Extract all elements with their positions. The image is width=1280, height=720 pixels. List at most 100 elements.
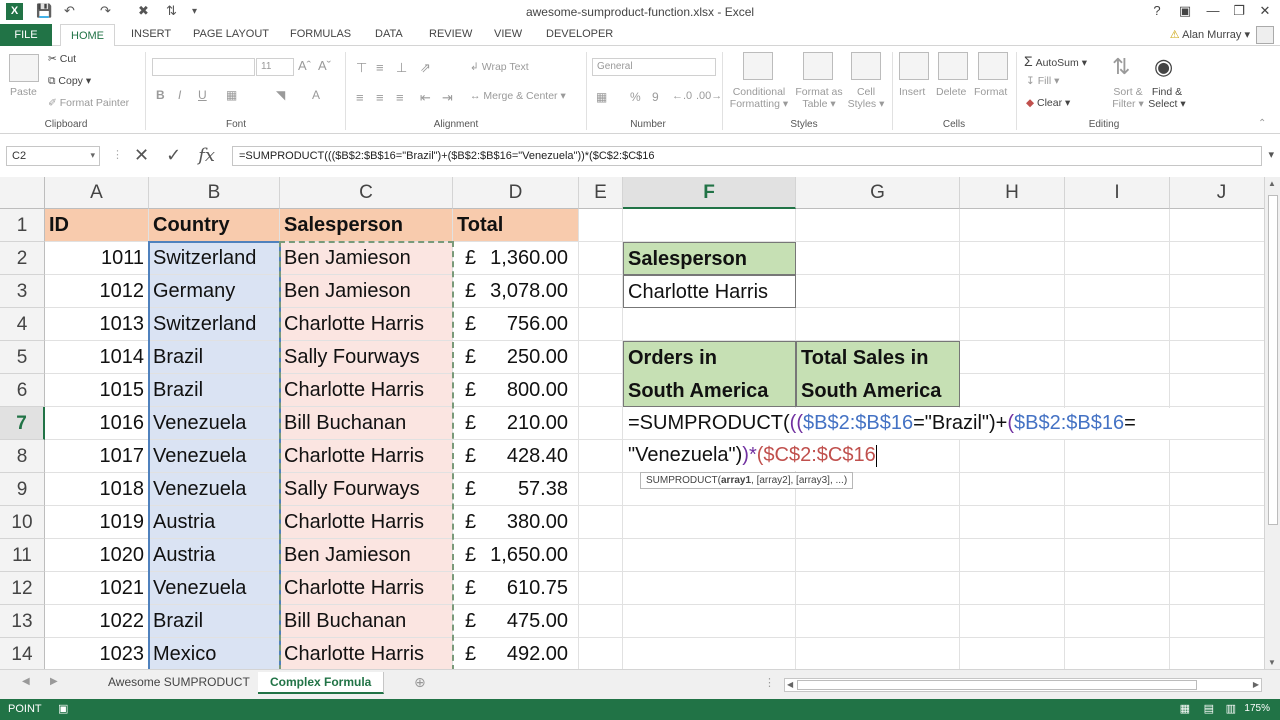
empty-cell[interactable] xyxy=(579,638,623,669)
help-icon[interactable]: ? xyxy=(1146,3,1168,18)
align-center-icon[interactable]: ≡ xyxy=(376,90,384,105)
conditional-formatting-button[interactable]: Conditional Formatting ▾ xyxy=(729,86,789,110)
total-cell[interactable]: £428.40 xyxy=(453,440,579,473)
underline-button[interactable]: U xyxy=(198,88,207,102)
country-cell[interactable]: Venezuela xyxy=(149,473,280,506)
empty-cell[interactable] xyxy=(960,572,1065,605)
salesperson-cell[interactable]: Sally Fourways xyxy=(280,341,453,374)
format-as-table-icon[interactable] xyxy=(803,52,833,80)
avatar[interactable] xyxy=(1256,26,1274,44)
cut-button[interactable]: ✂ Cut xyxy=(48,53,76,65)
salesperson-value-cell[interactable]: Charlotte Harris xyxy=(623,275,796,308)
comma-button[interactable]: 9 xyxy=(652,90,659,104)
empty-cell[interactable] xyxy=(579,473,623,506)
empty-cell[interactable] xyxy=(796,605,960,638)
row-header-12[interactable]: 12 xyxy=(0,572,45,605)
scroll-right-icon[interactable]: ▶ xyxy=(1253,680,1259,689)
empty-cell[interactable] xyxy=(796,638,960,669)
country-cell[interactable]: Switzerland xyxy=(149,242,280,275)
empty-cell[interactable] xyxy=(579,275,623,308)
country-cell[interactable]: Brazil xyxy=(149,374,280,407)
salesperson-cell[interactable]: Charlotte Harris xyxy=(280,638,453,669)
row-header-2[interactable]: 2 xyxy=(0,242,45,275)
copy-button[interactable]: ⧉ Copy ▾ xyxy=(48,75,91,88)
page-break-view-icon[interactable]: ▥ xyxy=(1226,702,1236,715)
salesperson-cell[interactable]: Charlotte Harris xyxy=(280,308,453,341)
empty-cell[interactable] xyxy=(960,308,1065,341)
empty-cell[interactable] xyxy=(1170,407,1264,440)
insert-cells-button[interactable]: Insert xyxy=(899,86,925,98)
empty-cell[interactable] xyxy=(960,209,1065,242)
paste-icon[interactable] xyxy=(9,54,39,82)
borders-icon[interactable]: ▦ xyxy=(226,88,237,102)
column-header-f[interactable]: F xyxy=(623,177,796,209)
align-top-icon[interactable]: ⊤ xyxy=(356,60,367,76)
increase-decimal-icon[interactable]: ←.0 xyxy=(672,90,692,102)
empty-cell[interactable] xyxy=(1065,440,1170,473)
salesperson-cell[interactable]: Sally Fourways xyxy=(280,473,453,506)
empty-cell[interactable] xyxy=(796,275,960,308)
empty-cell[interactable] xyxy=(960,506,1065,539)
country-cell[interactable]: Venezuela xyxy=(149,572,280,605)
empty-cell[interactable] xyxy=(579,440,623,473)
salesperson-cell[interactable]: Charlotte Harris xyxy=(280,374,453,407)
empty-cell[interactable] xyxy=(579,506,623,539)
number-format-combo[interactable]: General xyxy=(592,58,716,76)
cell-styles-button[interactable]: Cell Styles ▾ xyxy=(846,86,886,110)
insert-function-icon[interactable]: fx xyxy=(198,145,215,166)
align-bottom-icon[interactable]: ⊥ xyxy=(396,60,407,76)
name-box-dropdown-icon[interactable]: ▾ xyxy=(90,150,95,161)
conditional-formatting-icon[interactable] xyxy=(743,52,773,80)
header-cell-id[interactable]: ID xyxy=(45,209,149,242)
scroll-up-icon[interactable]: ▲ xyxy=(1268,179,1276,188)
sort-filter-button[interactable]: Sort & Filter ▾ xyxy=(1108,86,1148,110)
fill-color-icon[interactable]: ◥ xyxy=(276,88,285,102)
empty-cell[interactable] xyxy=(1065,242,1170,275)
shrink-font-icon[interactable]: Aˇ xyxy=(318,58,331,73)
country-cell[interactable]: Switzerland xyxy=(149,308,280,341)
row-header-1[interactable]: 1 xyxy=(0,209,45,242)
cell-edit-formula-line2[interactable]: "Venezuela"))*($C$2:$C$16 xyxy=(624,440,906,471)
country-cell[interactable]: Venezuela xyxy=(149,440,280,473)
font-size-combo[interactable]: 11 xyxy=(256,58,294,76)
paste-button[interactable]: Paste xyxy=(10,86,37,98)
empty-cell[interactable] xyxy=(579,539,623,572)
tab-formulas[interactable]: FORMULAS xyxy=(290,28,351,40)
empty-cell[interactable] xyxy=(623,605,796,638)
font-color-icon[interactable]: A xyxy=(312,88,320,102)
find-select-button[interactable]: Find & Select ▾ xyxy=(1146,86,1188,110)
total-cell[interactable]: £57.38 xyxy=(453,473,579,506)
total-cell[interactable]: £380.00 xyxy=(453,506,579,539)
tab-page-layout[interactable]: PAGE LAYOUT xyxy=(193,28,269,40)
empty-cell[interactable] xyxy=(1065,209,1170,242)
tab-split-icon[interactable]: ⋮ xyxy=(764,676,775,689)
empty-cell[interactable] xyxy=(623,506,796,539)
align-left-icon[interactable]: ≡ xyxy=(356,90,364,105)
empty-cell[interactable] xyxy=(1065,506,1170,539)
id-cell[interactable]: 1022 xyxy=(45,605,149,638)
empty-cell[interactable] xyxy=(1170,209,1264,242)
font-name-combo[interactable] xyxy=(152,58,255,76)
empty-cell[interactable] xyxy=(796,539,960,572)
total-cell[interactable]: £250.00 xyxy=(453,341,579,374)
row-header-8[interactable]: 8 xyxy=(0,440,45,473)
expand-formula-icon[interactable]: ▾ xyxy=(1268,148,1274,161)
function-tooltip[interactable]: SUMPRODUCT(array1, [array2], [array3], .… xyxy=(640,472,854,489)
total-cell[interactable]: £1,360.00 xyxy=(453,242,579,275)
header-cell-total[interactable]: Total xyxy=(453,209,579,242)
indent-icon[interactable]: ⇤ xyxy=(420,90,431,106)
empty-cell[interactable] xyxy=(1170,473,1264,506)
id-cell[interactable]: 1020 xyxy=(45,539,149,572)
bold-button[interactable]: B xyxy=(156,88,165,102)
empty-cell[interactable] xyxy=(1065,308,1170,341)
empty-cell[interactable] xyxy=(579,209,623,242)
row-header-5[interactable]: 5 xyxy=(0,341,45,374)
total-cell[interactable]: £475.00 xyxy=(453,605,579,638)
clear-button[interactable]: ◆ Clear ▾ xyxy=(1026,97,1070,109)
row-header-3[interactable]: 3 xyxy=(0,275,45,308)
salesperson-cell[interactable]: Ben Jamieson xyxy=(280,539,453,572)
id-cell[interactable]: 1018 xyxy=(45,473,149,506)
cancel-icon[interactable]: ✕ xyxy=(134,145,149,165)
id-cell[interactable]: 1011 xyxy=(45,242,149,275)
empty-cell[interactable] xyxy=(1170,506,1264,539)
